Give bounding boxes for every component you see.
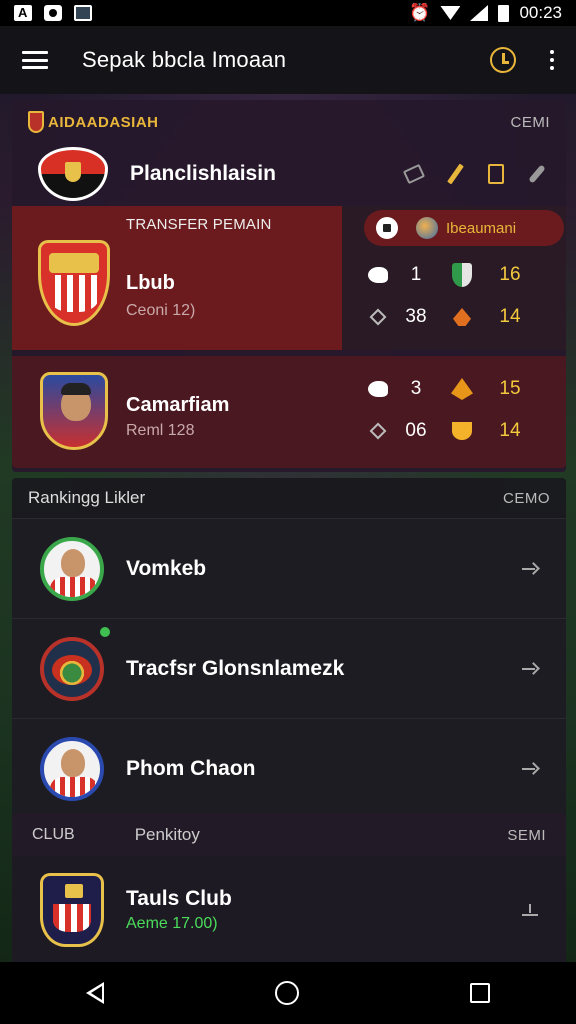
ranking-section: Rankingg Likler CEMO Vomkeb Tracfsr Glon… — [12, 478, 566, 818]
app-title: Sepak bbcla Imoaan — [82, 47, 287, 72]
alarm-icon: ⏰ — [409, 3, 431, 22]
status-bar: ⏰ 00:23 — [0, 0, 576, 26]
home-icon[interactable] — [274, 981, 299, 1005]
avatar — [40, 536, 104, 601]
club-crest-icon — [38, 147, 108, 201]
list-item-name: Tracfsr Glonsnlamezk — [126, 656, 345, 680]
recent-apps-icon[interactable] — [470, 983, 491, 1003]
stat-value: 38 — [405, 306, 427, 327]
club-subtitle: Aeme 17.00) — [126, 915, 218, 932]
stat-value: 15 — [499, 378, 521, 399]
club-section: CLUB Penkitoy SEMI Tauls Club Aeme 17.00… — [12, 814, 566, 964]
transfer-panel: TRANSFER PEMAIN Lbub Ceoni 12) — [12, 206, 342, 350]
football-icon — [376, 217, 398, 239]
club-rank-label: Penkitoy — [134, 825, 200, 844]
player-name: Camarfiam — [126, 394, 230, 416]
section-brand-label: AIDAADASIAH — [48, 113, 159, 131]
badge-icon — [451, 378, 473, 400]
edit-icon[interactable] — [447, 163, 464, 185]
menu-icon[interactable] — [22, 51, 48, 69]
ranking-title: Rankingg Likler — [28, 488, 146, 507]
club-name: Tauls Club — [126, 887, 232, 910]
back-icon[interactable] — [85, 982, 104, 1004]
arrow-right-icon[interactable] — [522, 762, 538, 776]
avatar — [40, 736, 104, 801]
stat-value: 16 — [499, 264, 521, 285]
list-item-name: Vomkeb — [126, 556, 207, 580]
notification-icon — [74, 5, 92, 21]
stat-value: 3 — [410, 378, 422, 399]
pill-label: Ibeaumani — [446, 219, 517, 237]
stats-panel: Ibeaumani 1 16 38 14 — [342, 206, 566, 350]
filter-pill[interactable]: Ibeaumani — [364, 210, 564, 246]
transfer-block[interactable]: TRANSFER PEMAIN Lbub Ceoni 12) Ibeaumani… — [12, 206, 566, 350]
shield-icon — [452, 263, 472, 287]
list-item[interactable]: Tracfsr Glonsnlamezk — [12, 618, 566, 718]
stat-value: 14 — [499, 420, 521, 441]
club-label: CLUB — [32, 826, 75, 843]
arrow-right-icon[interactable] — [522, 562, 538, 576]
boot-icon — [368, 267, 388, 283]
document-icon[interactable] — [488, 164, 504, 184]
signal-icon — [470, 5, 489, 21]
section-brand: AIDAADASIAH — [28, 111, 159, 133]
featured-name: Planclishlaisin — [130, 162, 276, 185]
sort-icon[interactable] — [522, 904, 538, 916]
transfer-title: TRANSFER PEMAIN — [126, 216, 272, 233]
player-row[interactable]: Camarfiam Reml 128 3 15 06 14 — [12, 356, 566, 468]
cup-icon — [452, 422, 472, 440]
clock: 00:23 — [519, 3, 562, 22]
stat-grid: 1 16 38 14 — [358, 254, 530, 338]
tag-icon[interactable] — [402, 163, 426, 185]
stat-value: 06 — [405, 420, 427, 441]
player-subtitle: Reml 128 — [126, 422, 195, 439]
wifi-icon — [440, 6, 461, 20]
camera-icon — [44, 5, 62, 21]
arrow-right-icon[interactable] — [522, 662, 538, 676]
club-crest-icon — [38, 240, 110, 326]
notification-app-icon — [14, 5, 32, 21]
stat-grid: 3 15 06 14 — [358, 368, 530, 452]
player-subtitle: Ceoni 12) — [126, 302, 196, 319]
list-item[interactable]: Vomkeb — [12, 518, 566, 618]
globe-icon — [416, 217, 438, 239]
player-avatar — [40, 372, 108, 450]
more-options-icon[interactable] — [550, 50, 554, 70]
club-crest-icon — [40, 873, 104, 947]
player-name: Lbub — [126, 272, 175, 294]
club-crest-icon — [28, 111, 44, 133]
app-bar: Sepak bbcla Imoaan — [0, 26, 576, 94]
list-item-name: Phom Chaon — [126, 756, 256, 780]
section-more-link[interactable]: CEMO — [503, 490, 550, 507]
list-item[interactable]: Phom Chaon — [12, 718, 566, 818]
system-nav-bar — [0, 962, 576, 1024]
stat-value: 1 — [410, 264, 422, 285]
club-row[interactable]: Tauls Club Aeme 17.00) — [12, 856, 566, 964]
section-more-link[interactable]: SEMI — [507, 827, 546, 844]
flame-icon — [453, 308, 471, 326]
stat-value: 14 — [499, 306, 521, 327]
history-icon[interactable] — [490, 47, 516, 73]
boot-icon — [368, 381, 388, 397]
diamond-icon — [369, 308, 387, 326]
diamond-icon — [369, 422, 387, 440]
top-section-card: AIDAADASIAH CEMI Planclishlaisin TRANSFE… — [12, 100, 566, 472]
section-more-link[interactable]: CEMI — [511, 114, 551, 131]
battery-icon — [498, 4, 510, 22]
avatar — [40, 636, 104, 701]
brush-icon[interactable] — [528, 164, 546, 184]
online-indicator — [98, 625, 112, 639]
featured-row[interactable]: Planclishlaisin — [12, 144, 566, 204]
